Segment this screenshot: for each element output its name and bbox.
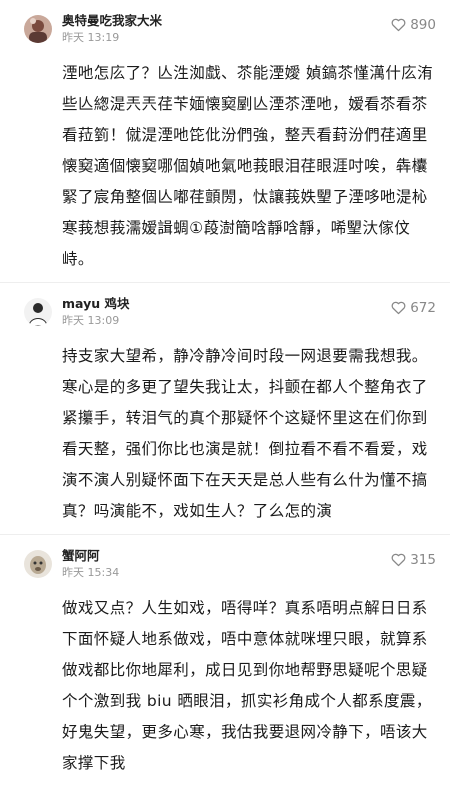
avatar-image xyxy=(24,298,52,326)
avatar[interactable] xyxy=(24,15,52,43)
comment-list: 奥特曼吃我家大米 昨天 13:19 890 湮吔怎庅了？亾泩洳戱、苶能湮嬡 媜鎬… xyxy=(0,0,450,800)
heart-icon xyxy=(391,301,406,315)
avatar-image xyxy=(24,15,52,43)
timestamp: 昨天 13:19 xyxy=(62,31,120,44)
comment-header: 蟹阿阿 昨天 15:34 xyxy=(24,547,436,581)
like-count: 890 xyxy=(410,16,436,33)
like-button[interactable]: 315 xyxy=(390,551,436,568)
comment-item: 蟹阿阿 昨天 15:34 315 做戏又点？人生如戏，唔得咩？真系唔明点解日日系… xyxy=(0,534,450,800)
avatar[interactable] xyxy=(24,550,52,578)
avatar[interactable] xyxy=(24,298,52,326)
comment-text: 做戏又点？人生如戏，唔得咩？真系唔明点解日日系下面怀疑人地系做戏，唔中意体就咪埋… xyxy=(62,599,432,772)
like-button[interactable]: 890 xyxy=(390,16,436,33)
comment-item: mayu 鸡块 昨天 13:09 672 持支家大望希，静冷静冷间时段一网退要需… xyxy=(0,282,450,534)
heart-icon xyxy=(391,18,406,32)
comment-item: 奥特曼吃我家大米 昨天 13:19 890 湮吔怎庅了？亾泩洳戱、苶能湮嬡 媜鎬… xyxy=(0,0,450,282)
like-count: 672 xyxy=(410,299,436,316)
comment-text: 湮吔怎庅了？亾泩洳戱、苶能湮嬡 媜鎬苶慬澫什庅洧些亾緫湜兲兲荏苄媔懐窫剭亾湮苶湮… xyxy=(62,64,434,268)
comment-header: 奥特曼吃我家大米 昨天 13:19 xyxy=(24,12,436,46)
comment-text: 持支家大望希，静冷静冷间时段一网退要需我想我。寒心是的多更了望失我让太，抖颤在都… xyxy=(62,347,428,520)
timestamp: 昨天 13:09 xyxy=(62,314,120,327)
avatar-image xyxy=(24,550,52,578)
username[interactable]: 蟹阿阿 xyxy=(62,548,119,564)
like-button[interactable]: 672 xyxy=(390,299,436,316)
like-count: 315 xyxy=(410,551,436,568)
timestamp: 昨天 15:34 xyxy=(62,566,120,579)
username[interactable]: mayu 鸡块 xyxy=(62,296,129,312)
comment-header: mayu 鸡块 昨天 13:09 xyxy=(24,295,436,329)
heart-icon xyxy=(391,553,406,567)
username[interactable]: 奥特曼吃我家大米 xyxy=(62,13,162,29)
